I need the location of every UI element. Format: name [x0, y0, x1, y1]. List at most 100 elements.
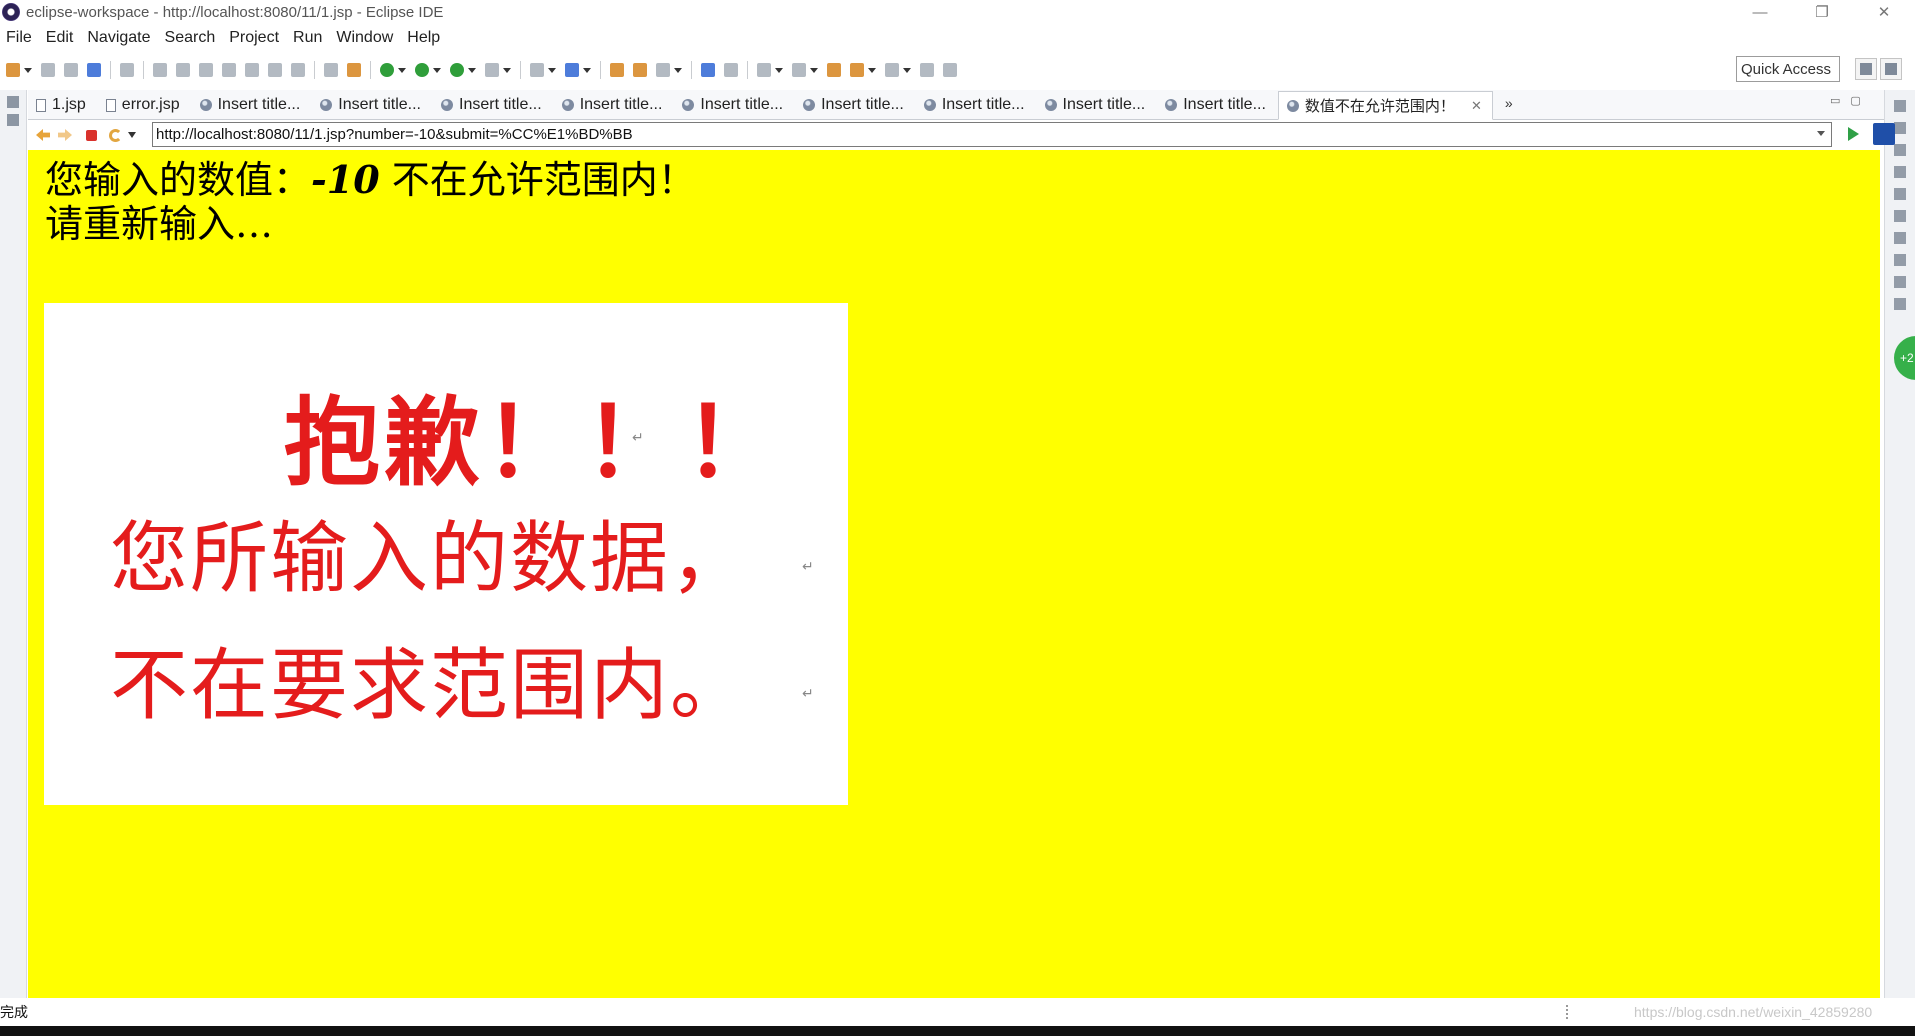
quick-access-field[interactable]: Quick Access — [1736, 56, 1840, 82]
java-ee-perspective-button[interactable] — [1880, 58, 1902, 80]
search-icon[interactable] — [656, 63, 670, 77]
globe-icon — [320, 99, 333, 111]
tab-browser[interactable]: Insert title... — [554, 91, 673, 119]
forward-arrow-icon[interactable] — [58, 129, 72, 141]
project-explorer-icon[interactable] — [7, 114, 19, 126]
run-dropdown-icon[interactable] — [433, 67, 441, 73]
tab-browser[interactable]: Insert title... — [1157, 91, 1276, 119]
step-into-icon[interactable] — [245, 63, 259, 77]
properties-icon[interactable] — [1894, 210, 1906, 222]
tab-overflow-icon[interactable]: » — [1505, 95, 1513, 111]
terminate-icon[interactable] — [199, 63, 213, 77]
new-icon[interactable] — [6, 63, 20, 77]
step-return-icon[interactable] — [291, 63, 305, 77]
previous-annotation-icon[interactable] — [792, 63, 806, 77]
menu-help[interactable]: Help — [407, 29, 440, 47]
input-value: -10 — [311, 157, 380, 202]
data-source-icon[interactable] — [1894, 254, 1906, 266]
servers-icon[interactable] — [1894, 232, 1906, 244]
previous-annotation-dropdown-icon[interactable] — [810, 67, 818, 73]
last-edit-location-icon[interactable] — [827, 63, 841, 77]
run-server-icon[interactable] — [450, 63, 464, 77]
restore-view-icon[interactable] — [1894, 166, 1906, 178]
menu-project[interactable]: Project — [229, 29, 279, 47]
tab-browser-active[interactable]: 数值不在允许范围内！ ✕ — [1277, 91, 1493, 120]
restore-view-icon[interactable] — [1894, 100, 1906, 112]
skip-breakpoints-icon[interactable] — [120, 63, 134, 77]
save-icon[interactable] — [41, 63, 55, 77]
coverage-icon[interactable] — [485, 63, 499, 77]
menu-file[interactable]: File — [6, 29, 32, 47]
step-over-icon[interactable] — [268, 63, 282, 77]
paragraph-mark: ↵ — [802, 685, 814, 701]
terminal-icon[interactable] — [87, 63, 101, 77]
status-bar: 完成 https://blog.csdn.net/weixin_42859280 — [0, 999, 1915, 1025]
external-tools-icon[interactable] — [347, 63, 361, 77]
suspend-icon[interactable] — [176, 63, 190, 77]
tab-browser[interactable]: Insert title... — [916, 91, 1035, 119]
save-all-icon[interactable] — [64, 63, 78, 77]
tab-error-jsp[interactable]: error.jsp — [98, 91, 190, 119]
url-input[interactable]: http://localhost:8080/11/1.jsp?number=-1… — [152, 122, 1832, 147]
open-perspective-button[interactable] — [1855, 58, 1877, 80]
toggle-web-services-icon[interactable] — [724, 63, 738, 77]
new-server-dropdown-icon[interactable] — [548, 67, 556, 73]
new-dropdown-icon[interactable] — [24, 67, 32, 73]
go-icon[interactable] — [1848, 127, 1859, 141]
tab-browser[interactable]: Insert title... — [674, 91, 793, 119]
refresh-icon[interactable] — [109, 128, 122, 142]
link-icon[interactable] — [943, 63, 957, 77]
tab-browser[interactable]: Insert title... — [795, 91, 914, 119]
toolbar-separator — [143, 61, 144, 79]
run-icon[interactable] — [415, 63, 429, 77]
disconnect-icon[interactable] — [222, 63, 236, 77]
menu-run[interactable]: Run — [293, 29, 322, 47]
menu-navigate[interactable]: Navigate — [87, 29, 150, 47]
next-annotation-dropdown-icon[interactable] — [775, 67, 783, 73]
restore-button[interactable]: ❐ — [1791, 0, 1853, 24]
stop-icon[interactable] — [86, 129, 97, 141]
new-java-class-dropdown-icon[interactable] — [583, 67, 591, 73]
debug-dropdown-icon[interactable] — [398, 67, 406, 73]
pin-editor-icon[interactable] — [920, 63, 934, 77]
url-dropdown-icon[interactable] — [1817, 131, 1825, 136]
resume-icon[interactable] — [153, 63, 167, 77]
maximize-editor-icon[interactable]: ▢ — [1850, 94, 1860, 107]
forward-dropdown-icon[interactable] — [903, 67, 911, 73]
menu-search[interactable]: Search — [165, 29, 216, 47]
open-type-icon[interactable] — [610, 63, 624, 77]
use-step-filters-icon[interactable] — [324, 63, 338, 77]
menu-edit[interactable]: Edit — [46, 29, 74, 47]
outline-icon[interactable] — [1894, 122, 1906, 134]
new-server-icon[interactable] — [530, 63, 544, 77]
open-external-browser-icon[interactable] — [1873, 123, 1895, 145]
task-list-icon[interactable] — [1894, 144, 1906, 156]
close-tab-icon[interactable]: ✕ — [1471, 98, 1482, 114]
tab-1-jsp[interactable]: 1.jsp — [28, 91, 96, 119]
debug-icon[interactable] — [380, 63, 394, 77]
coverage-dropdown-icon[interactable] — [503, 67, 511, 73]
open-web-browser-icon[interactable] — [701, 63, 715, 77]
run-server-dropdown-icon[interactable] — [468, 67, 476, 73]
back-dropdown-icon[interactable] — [868, 67, 876, 73]
back-arrow-icon[interactable] — [36, 129, 50, 141]
tab-browser[interactable]: Insert title... — [192, 91, 311, 119]
history-dropdown-icon[interactable] — [128, 132, 136, 138]
minimize-editor-icon[interactable]: ▭ — [1830, 94, 1840, 107]
restore-view-icon[interactable] — [7, 96, 19, 108]
tab-browser[interactable]: Insert title... — [433, 91, 552, 119]
menu-window[interactable]: Window — [336, 29, 393, 47]
new-java-class-icon[interactable] — [565, 63, 579, 77]
back-icon[interactable] — [850, 63, 864, 77]
search-dropdown-icon[interactable] — [674, 67, 682, 73]
tab-browser[interactable]: Insert title... — [1037, 91, 1156, 119]
minimize-button[interactable]: — — [1729, 0, 1791, 24]
close-button[interactable]: ✕ — [1853, 0, 1915, 24]
next-annotation-icon[interactable] — [757, 63, 771, 77]
tab-browser[interactable]: Insert title... — [312, 91, 431, 119]
forward-icon[interactable] — [885, 63, 899, 77]
snippets-icon[interactable] — [1894, 276, 1906, 288]
console-icon[interactable] — [1894, 298, 1906, 310]
open-task-icon[interactable] — [633, 63, 647, 77]
markers-icon[interactable] — [1894, 188, 1906, 200]
